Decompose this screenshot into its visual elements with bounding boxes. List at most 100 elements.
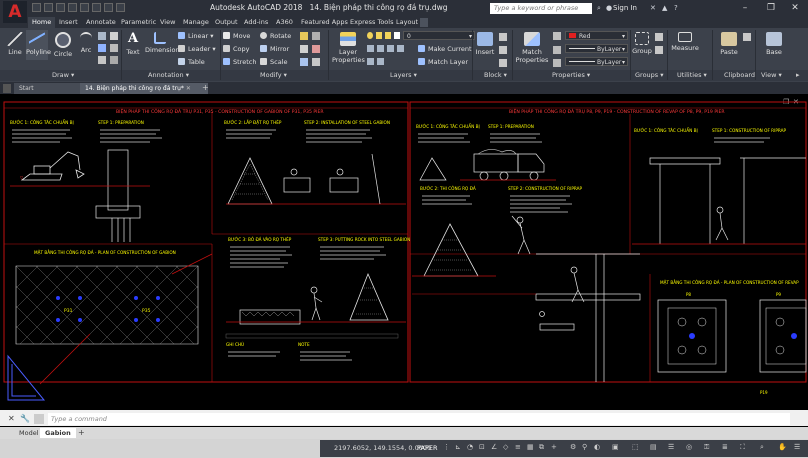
tab-start[interactable]: Start	[14, 83, 84, 94]
clean-screen-icon[interactable]: ⬚	[632, 443, 640, 452]
layer-freeze-icon[interactable]	[387, 45, 394, 52]
polyline-button[interactable]: Polyline	[26, 30, 51, 60]
region-icon[interactable]	[110, 56, 118, 64]
line-button[interactable]: Line	[6, 32, 24, 56]
drawing-area[interactable]: – ❐ ✕ BIỆN PHÁP THI CÔNG RỌ ĐÁ TRỤ P31, …	[0, 94, 808, 407]
isolate-objects-icon[interactable]: ◐	[594, 443, 602, 452]
gradient-icon[interactable]	[98, 56, 106, 64]
open-file-icon[interactable]	[44, 3, 53, 12]
status-menu-icon[interactable]: ☰	[794, 443, 802, 452]
panel-title-properties[interactable]: Properties ▾	[552, 71, 590, 79]
panel-title-view[interactable]: View ▾	[761, 71, 782, 79]
tab-insert[interactable]: Insert	[55, 17, 82, 28]
add-layout-icon[interactable]: +	[78, 428, 85, 437]
command-close-icon[interactable]: ✕	[8, 414, 15, 423]
move-button[interactable]: Move	[223, 32, 250, 40]
light-bulb-icon[interactable]	[367, 32, 373, 39]
ellipse-icon[interactable]	[110, 32, 118, 40]
panel-title-modify[interactable]: Modify ▾	[260, 71, 287, 79]
user-icon[interactable]: ●	[606, 4, 612, 12]
panel-title-groups[interactable]: Groups ▾	[635, 71, 664, 79]
redo-icon[interactable]	[104, 3, 113, 12]
tab-annotate[interactable]: Annotate	[82, 17, 120, 28]
tab-express-tools[interactable]: Express Tools	[346, 17, 397, 28]
polar-icon[interactable]: ◔	[467, 443, 475, 452]
rotate-button[interactable]: Rotate	[260, 32, 291, 40]
layer-dropdown[interactable]: 0 ▾	[403, 31, 475, 40]
match-layer-button[interactable]: Match Layer	[418, 58, 468, 66]
snap-icon[interactable]: ⋮	[443, 443, 451, 452]
circle-button[interactable]: Circle	[53, 32, 73, 58]
minimize-button[interactable]: –	[732, 0, 758, 17]
match-properties-button[interactable]: Match Properties	[515, 32, 549, 64]
transparency-icon[interactable]: ▦	[527, 443, 535, 452]
scale-button[interactable]: Scale	[260, 58, 288, 66]
fullscreen-icon[interactable]: ⛶	[740, 443, 748, 452]
create-block-icon[interactable]	[499, 33, 507, 41]
properties-icon[interactable]	[553, 32, 561, 40]
annotation-scale-icon[interactable]: ⚲	[582, 443, 590, 452]
selection-cycling-icon[interactable]: ⧉	[539, 443, 547, 452]
edit-block-icon[interactable]	[499, 46, 507, 54]
tab-a360[interactable]: A360	[272, 17, 297, 28]
save-as-icon[interactable]	[68, 3, 77, 12]
isodraft-icon[interactable]: ◇	[503, 443, 511, 452]
group-edit-icon[interactable]	[655, 46, 663, 54]
stretch-button[interactable]: Stretch	[223, 58, 256, 66]
layer-lock-icon[interactable]	[397, 45, 404, 52]
hatch-icon[interactable]	[98, 44, 106, 52]
workspace-icon[interactable]: ⚙	[570, 443, 578, 452]
units-icon[interactable]: ▤	[650, 443, 658, 452]
make-current-button[interactable]: Make Current	[418, 45, 472, 53]
base-view-button[interactable]: Base	[763, 32, 785, 56]
panel-title-layers[interactable]: Layers ▾	[390, 71, 417, 79]
panel-title-draw[interactable]: Draw ▾	[52, 71, 74, 79]
quick-properties-icon[interactable]: ☰	[668, 443, 676, 452]
array-icon[interactable]	[300, 58, 308, 66]
zoom-icon[interactable]: ⌕	[760, 443, 768, 452]
insert-button[interactable]: Insert	[475, 32, 495, 56]
customization-icon[interactable]: ≣	[722, 443, 730, 452]
command-input[interactable]: Type a command	[48, 413, 790, 425]
tab-view[interactable]: View	[156, 17, 179, 28]
layer-previous-icon[interactable]	[367, 58, 374, 65]
search-input[interactable]: Type a keyword or phrase	[490, 3, 592, 14]
group-button[interactable]: Group	[632, 32, 652, 55]
graphics-performance-icon[interactable]: ◎	[686, 443, 694, 452]
new-file-icon[interactable]	[32, 3, 41, 12]
dimension-button[interactable]: Dimension	[145, 32, 180, 54]
ribbon-overflow-icon[interactable]: ▸	[796, 71, 800, 79]
sun-icon[interactable]	[376, 32, 382, 39]
erase-icon[interactable]	[312, 32, 320, 40]
layer-off-icon[interactable]	[367, 45, 374, 52]
table-button[interactable]: Table	[178, 58, 205, 66]
measure-button[interactable]: Measure	[670, 32, 700, 52]
save-icon[interactable]	[56, 3, 65, 12]
linetype-dropdown[interactable]: ByLayer ▾	[565, 44, 628, 53]
layer-isolate-icon[interactable]	[377, 45, 384, 52]
lock-icon[interactable]	[385, 32, 391, 39]
trim-icon[interactable]	[300, 32, 308, 40]
tab-output[interactable]: Output	[211, 17, 242, 28]
mirror-button[interactable]: Mirror	[260, 45, 289, 53]
pan-icon[interactable]: ✋	[778, 443, 787, 452]
annotation-monitor-icon[interactable]: +	[551, 443, 559, 452]
close-tab-icon[interactable]: ✕	[186, 85, 191, 92]
panel-title-block[interactable]: Block ▾	[484, 71, 507, 79]
maximize-button[interactable]: ❐	[758, 0, 784, 17]
hardware-acceleration-icon[interactable]: ▣	[612, 443, 620, 452]
offset-icon[interactable]	[312, 58, 320, 66]
lineweight-toggle-icon[interactable]: ≡	[515, 443, 523, 452]
tab-add-ins[interactable]: Add-ins	[240, 17, 272, 28]
sign-in-button[interactable]: Sign In	[613, 4, 637, 12]
arc-button[interactable]: Arc	[78, 32, 94, 54]
osnap-icon[interactable]: ⊡	[479, 443, 487, 452]
ungroup-icon[interactable]	[655, 33, 663, 41]
application-menu-button[interactable]: A	[3, 1, 27, 23]
panel-title-utilities[interactable]: Utilities ▾	[677, 71, 707, 79]
text-button[interactable]: A Text	[124, 32, 142, 57]
paste-button[interactable]: Paste	[718, 32, 740, 56]
paper-space-toggle[interactable]: PAPER	[417, 444, 438, 452]
lineweight-dropdown[interactable]: ByLayer ▾	[565, 57, 628, 66]
tab-home[interactable]: Home	[28, 17, 56, 28]
